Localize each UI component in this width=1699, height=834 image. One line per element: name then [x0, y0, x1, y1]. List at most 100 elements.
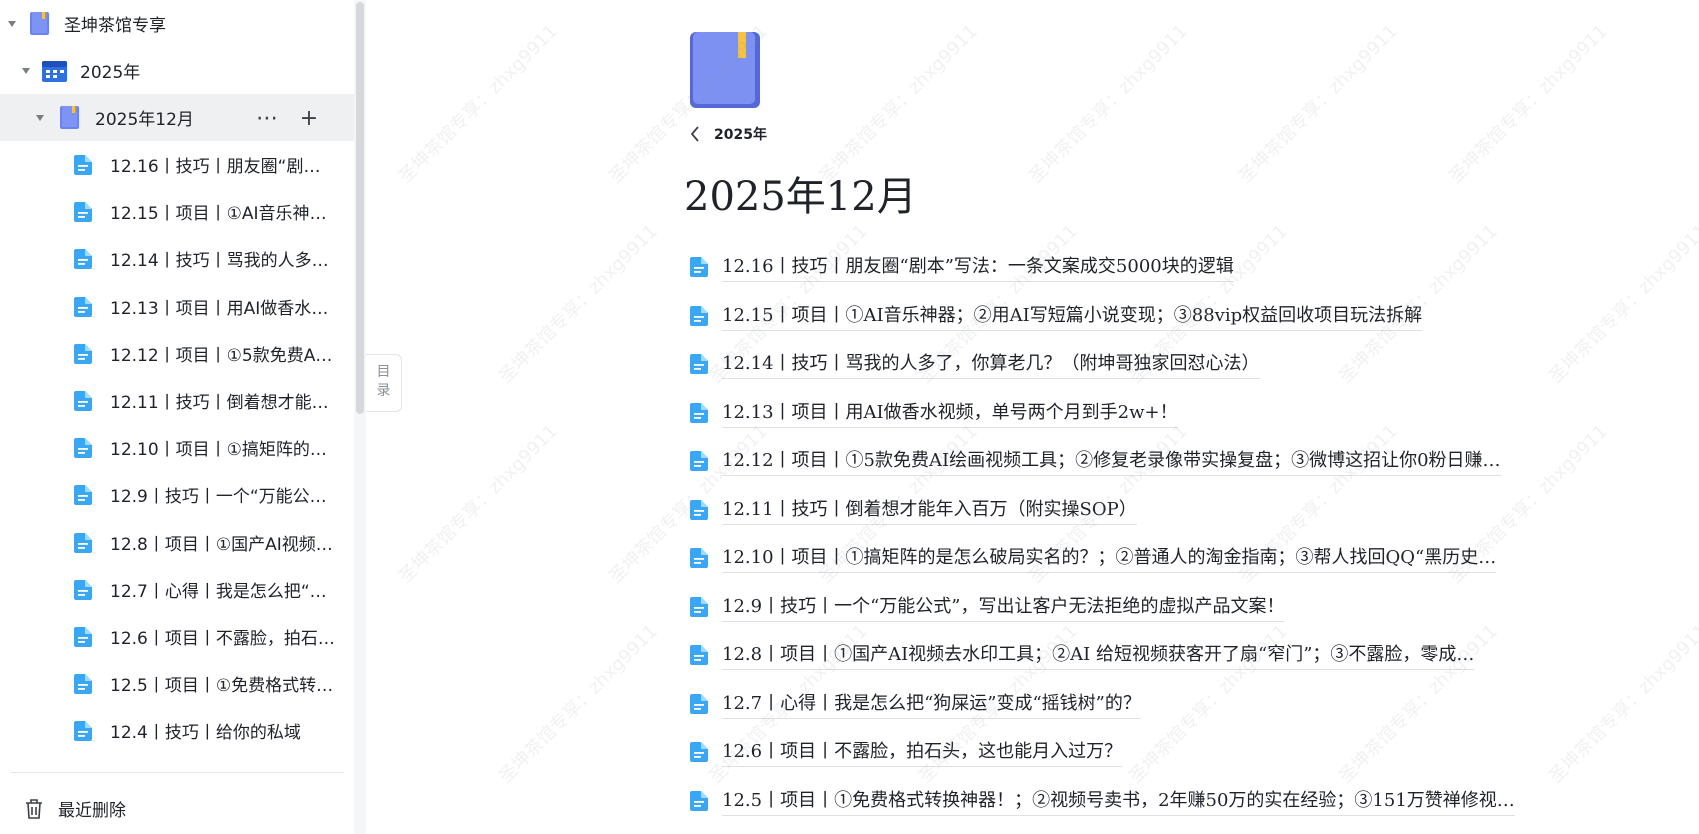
- tree-item-month[interactable]: 2025年12月 ⋯ +: [0, 94, 354, 141]
- doc-link[interactable]: 12.10丨项目丨①搞矩阵的是怎么破局实名的？；②普通人的淘金指南；③帮人找回Q…: [722, 543, 1497, 573]
- doc-icon: [690, 451, 708, 471]
- trash-icon: [26, 798, 42, 819]
- doc-list-item[interactable]: 12.12丨项目丨①5款免费AI绘画视频工具；②修复老录像带实操复盘；③微博这招…: [690, 446, 1501, 476]
- sidebar-doc-item[interactable]: 12.12丨项目丨①5款免费AI绘画视频工具: [0, 330, 354, 377]
- chevron-down-icon[interactable]: [8, 21, 16, 27]
- doc-link[interactable]: 12.14丨技巧丨骂我的人多了，你算老几？（附坤哥独家回怼心法）: [722, 349, 1260, 379]
- toc-tab-label: 目录: [376, 364, 391, 399]
- sidebar-doc-label: 12.16丨技巧丨朋友圈“剧本”写法：一条文案成交5000块的逻辑: [110, 157, 335, 177]
- doc-list-item[interactable]: 12.6丨项目丨不露脸，拍石头，这也能月入过万？: [690, 737, 1123, 767]
- doc-icon: [74, 721, 92, 742]
- doc-icon: [690, 548, 708, 568]
- doc-link[interactable]: 12.13丨项目丨用AI做香水视频，单号两个月到手2w+！: [722, 398, 1178, 428]
- main-content: 2025年 2025年12月 12.16丨技巧丨朋友圈“剧本”写法：一条文案成交…: [406, 0, 1699, 834]
- book-icon: [60, 106, 79, 129]
- doc-icon: [74, 343, 92, 364]
- sidebar-doc-item[interactable]: 12.13丨项目丨用AI做香水视频，单号两个月到手2w+！: [0, 283, 354, 330]
- doc-link[interactable]: 12.15丨项目丨①AI音乐神器；②用AI写短篇小说变现；③88vip权益回收项…: [722, 301, 1423, 331]
- doc-list-item[interactable]: 12.8丨项目丨①国产AI视频去水印工具；②AI 给短视频获客开了扇“窄门”；③…: [690, 640, 1475, 670]
- doc-icon: [74, 485, 92, 506]
- row-actions: ⋯ +: [252, 104, 324, 132]
- sidebar-doc-item[interactable]: 12.6丨项目丨不露脸，拍石头，这也能月入过万？: [0, 613, 354, 660]
- sidebar-doc-item[interactable]: 12.5丨项目丨①免费格式转换神器！: [0, 660, 354, 707]
- sidebar-doc-item[interactable]: 12.14丨技巧丨骂我的人多了，你算老几？（附坤哥独家回怼心法）: [0, 235, 354, 282]
- doc-link[interactable]: 12.5丨项目丨①免费格式转换神器！；②视频号卖书，2年赚50万的实在经验；③1…: [722, 786, 1515, 816]
- sidebar-doc-item[interactable]: 12.15丨项目丨①AI音乐神器；②用AI写短篇小说变现；③88vip权益回收项…: [0, 188, 354, 235]
- tree-item-root[interactable]: 圣坤茶馆专享: [0, 0, 354, 47]
- sidebar-doc-label: 12.12丨项目丨①5款免费AI绘画视频工具: [110, 345, 335, 366]
- doc-icon: [690, 402, 708, 423]
- sidebar-doc-item[interactable]: 12.16丨技巧丨朋友圈“剧本”写法：一条文案成交5000块的逻辑: [0, 141, 354, 188]
- sidebar-doc-label: 12.8丨项目丨①国产AI视频去水印工具: [110, 534, 335, 555]
- doc-list-item[interactable]: 12.14丨技巧丨骂我的人多了，你算老几？（附坤哥独家回怼心法）: [690, 349, 1260, 379]
- doc-icon: [690, 354, 708, 374]
- doc-link[interactable]: 12.12丨项目丨①5款免费AI绘画视频工具；②修复老录像带实操复盘；③微博这招…: [722, 446, 1501, 476]
- doc-list-item[interactable]: 12.16丨技巧丨朋友圈“剧本”写法：一条文案成交5000块的逻辑: [690, 252, 1234, 282]
- book-icon: [30, 12, 49, 35]
- doc-icon: [690, 693, 708, 714]
- sidebar-doc-label: 12.14丨技巧丨骂我的人多了，你算老几？（附坤哥独家回怼心法）: [110, 251, 335, 272]
- doc-list-item[interactable]: 12.11丨技巧丨倒着想才能年入百万（附实操SOP）: [690, 495, 1137, 525]
- doc-icon: [690, 790, 708, 811]
- toc-tab[interactable]: 目录: [366, 354, 402, 412]
- doc-link[interactable]: 12.16丨技巧丨朋友圈“剧本”写法：一条文案成交5000块的逻辑: [722, 252, 1234, 282]
- sidebar-doc-item[interactable]: 12.11丨技巧丨倒着想才能年入百万: [0, 377, 354, 424]
- sidebar-doc-item[interactable]: 12.4丨技巧丨给你的私域: [0, 707, 354, 754]
- divider: [10, 772, 344, 773]
- tree-item-label: 圣坤茶馆专享: [64, 16, 166, 36]
- chevron-down-icon[interactable]: [36, 115, 44, 121]
- scrollbar-thumb[interactable]: [356, 2, 364, 414]
- sidebar-doc-item[interactable]: 12.7丨心得丨我是怎么把“狗屎运”变成“摇钱树”的？: [0, 566, 354, 613]
- doc-list-item[interactable]: 12.13丨项目丨用AI做香水视频，单号两个月到手2w+！: [690, 398, 1178, 428]
- breadcrumb-back[interactable]: 2025年: [690, 124, 767, 144]
- doc-list-item[interactable]: 12.9丨技巧丨一个“万能公式”，写出让客户无法拒绝的虚拟产品文案！: [690, 592, 1285, 622]
- chevron-down-icon[interactable]: [22, 68, 30, 74]
- sidebar-doc-label: 12.9丨技巧丨一个“万能公式”: [110, 487, 335, 508]
- breadcrumb-label: 2025年: [714, 127, 767, 143]
- sidebar-doc-item[interactable]: 12.10丨项目丨①搞矩阵的是怎么破局实名的？: [0, 424, 354, 471]
- chevron-left-icon: [690, 126, 699, 142]
- tree-item-label: 2025年12月: [95, 110, 194, 130]
- doc-link[interactable]: 12.7丨心得丨我是怎么把“狗屎运”变成“摇钱树”的？: [722, 689, 1141, 719]
- doc-icon: [74, 579, 92, 600]
- doc-icon: [74, 532, 92, 553]
- sidebar-doc-item[interactable]: 12.9丨技巧丨一个“万能公式”: [0, 471, 354, 518]
- doc-icon: [690, 645, 708, 665]
- sidebar-doc-label: 12.5丨项目丨①免费格式转换神器！: [110, 676, 335, 697]
- doc-list-item[interactable]: 12.10丨项目丨①搞矩阵的是怎么破局实名的？；②普通人的淘金指南；③帮人找回Q…: [690, 543, 1497, 573]
- doc-icon: [74, 391, 92, 411]
- sidebar-doc-label: 12.13丨项目丨用AI做香水视频，单号两个月到手2w+！: [110, 298, 335, 319]
- doc-list-item[interactable]: 12.7丨心得丨我是怎么把“狗屎运”变成“摇钱树”的？: [690, 689, 1141, 719]
- recently-deleted-button[interactable]: 最近删除: [24, 796, 126, 821]
- sidebar-doc-label: 12.15丨项目丨①AI音乐神器；②用AI写短篇小说变现；③88vip权益回收项…: [110, 204, 335, 225]
- doc-link[interactable]: 12.8丨项目丨①国产AI视频去水印工具；②AI 给短视频获客开了扇“窄门”；③…: [722, 640, 1475, 670]
- doc-list-item[interactable]: 12.5丨项目丨①免费格式转换神器！；②视频号卖书，2年赚50万的实在经验；③1…: [690, 786, 1515, 816]
- doc-icon: [74, 202, 92, 223]
- doc-icon: [74, 438, 92, 459]
- recently-deleted-label: 最近删除: [58, 801, 126, 821]
- sidebar-doc-label: 12.10丨项目丨①搞矩阵的是怎么破局实名的？: [110, 440, 335, 461]
- doc-list-item[interactable]: 12.15丨项目丨①AI音乐神器；②用AI写短篇小说变现；③88vip权益回收项…: [690, 301, 1423, 331]
- doc-icon: [74, 155, 92, 175]
- doc-link[interactable]: 12.11丨技巧丨倒着想才能年入百万（附实操SOP）: [722, 495, 1137, 525]
- sidebar-doc-label: 12.7丨心得丨我是怎么把“狗屎运”变成“摇钱树”的？: [110, 581, 335, 602]
- sidebar-doc-label: 12.4丨技巧丨给你的私域: [110, 723, 301, 744]
- doc-link[interactable]: 12.6丨项目丨不露脸，拍石头，这也能月入过万？: [722, 737, 1123, 767]
- doc-link[interactable]: 12.9丨技巧丨一个“万能公式”，写出让客户无法拒绝的虚拟产品文案！: [722, 592, 1285, 622]
- sidebar-doc-item[interactable]: 12.8丨项目丨①国产AI视频去水印工具: [0, 519, 354, 566]
- tree-item-year[interactable]: 2025年: [0, 47, 354, 94]
- tree-item-label: 2025年: [80, 63, 141, 83]
- doc-icon: [74, 296, 92, 317]
- doc-icon: [74, 627, 92, 647]
- doc-icon: [690, 596, 708, 617]
- calendar-folder-icon: [42, 61, 67, 82]
- sidebar: 圣坤茶馆专享 2025年 2025年12月 ⋯ + 12.16丨技巧丨朋友圈“剧…: [0, 0, 356, 834]
- page-title: 2025年12月: [684, 174, 917, 220]
- sidebar-doc-label: 12.6丨项目丨不露脸，拍石头，这也能月入过万？: [110, 629, 335, 649]
- more-icon[interactable]: ⋯: [252, 104, 282, 132]
- doc-icon: [74, 249, 92, 270]
- add-icon[interactable]: +: [294, 104, 324, 132]
- doc-icon: [690, 499, 708, 520]
- sidebar-doc-label: 12.11丨技巧丨倒着想才能年入百万: [110, 393, 335, 413]
- doc-icon: [690, 257, 708, 277]
